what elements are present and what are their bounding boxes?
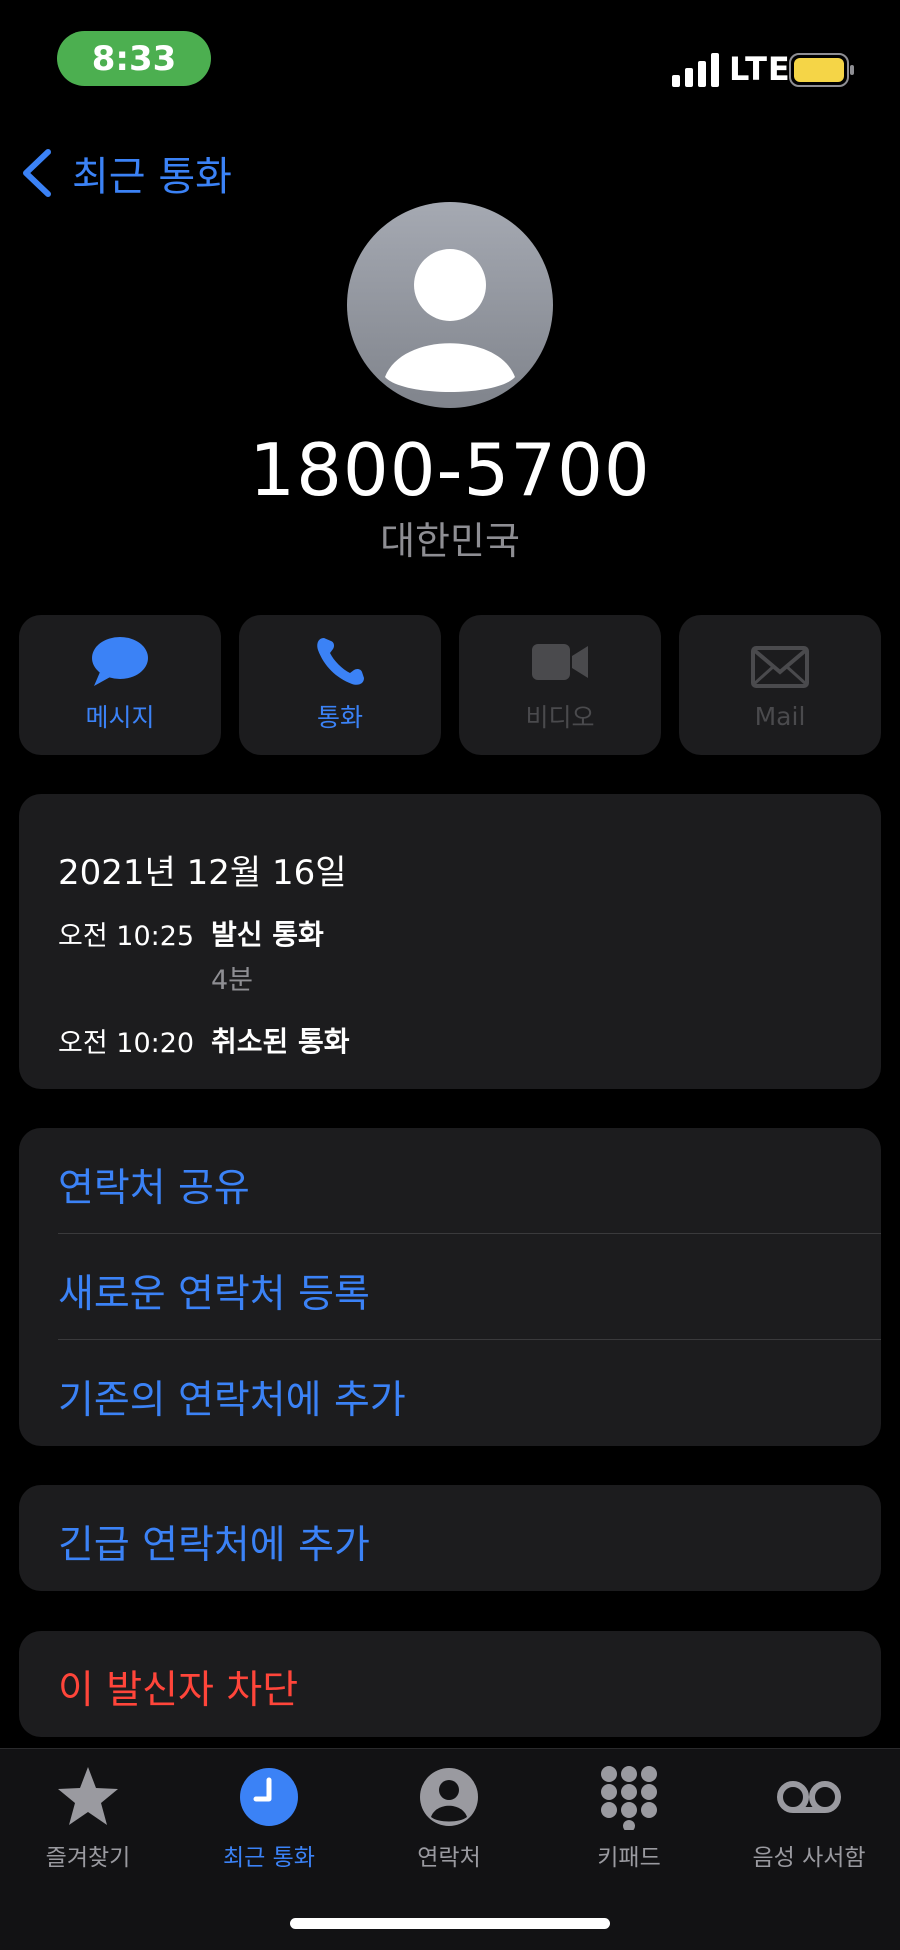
tab-label: 음성 사서함 bbox=[752, 1845, 866, 1871]
call-date: 2021년 12월 16일 bbox=[58, 853, 347, 893]
message-label: 메시지 bbox=[85, 703, 155, 732]
back-label: 최근 통화 bbox=[72, 154, 232, 200]
call-time: 오전 10:20 bbox=[58, 1028, 195, 1059]
person-circle-icon bbox=[420, 1768, 478, 1826]
divider bbox=[58, 1233, 881, 1234]
mail-label: Mail bbox=[754, 701, 806, 731]
message-bubble-icon bbox=[92, 637, 148, 686]
back-button[interactable]: 최근 통화 bbox=[20, 145, 232, 201]
call-type: 발신 통화 bbox=[211, 918, 324, 951]
call-time: 오전 10:25 bbox=[58, 921, 195, 952]
contact-avatar bbox=[347, 202, 553, 408]
call-button[interactable]: 통화 bbox=[239, 615, 441, 755]
clock-icon bbox=[240, 1768, 298, 1826]
block-caller-button[interactable]: 이 발신자 차단 bbox=[58, 1659, 298, 1715]
tab-label: 즐겨찾기 bbox=[45, 1845, 131, 1871]
tab-recents[interactable]: 최근 통화 bbox=[179, 1764, 359, 1872]
star-icon bbox=[58, 1767, 118, 1825]
number-region: 대한민국 bbox=[380, 519, 520, 563]
network-type: LTE bbox=[729, 50, 791, 88]
tab-keypad[interactable]: 키패드 bbox=[539, 1764, 719, 1872]
home-indicator[interactable] bbox=[290, 1918, 610, 1929]
voicemail-icon bbox=[777, 1781, 841, 1813]
message-button[interactable]: 메시지 bbox=[19, 615, 221, 755]
keypad-icon bbox=[601, 1766, 657, 1830]
tab-label: 최근 통화 bbox=[223, 1845, 315, 1871]
person-placeholder-icon bbox=[347, 202, 553, 408]
add-to-existing-contact-button[interactable]: 기존의 연락처에 추가 bbox=[58, 1369, 406, 1425]
tab-label: 연락처 bbox=[417, 1845, 481, 1871]
create-new-contact-button[interactable]: 새로운 연락처 등록 bbox=[58, 1263, 370, 1319]
call-label: 통화 bbox=[316, 703, 363, 732]
add-emergency-contact-button[interactable]: 긴급 연락처에 추가 bbox=[58, 1514, 370, 1570]
share-contact-button[interactable]: 연락처 공유 bbox=[58, 1157, 250, 1213]
tab-label: 키패드 bbox=[597, 1845, 661, 1871]
battery-icon bbox=[789, 53, 854, 87]
tab-voicemail[interactable]: 음성 사서함 bbox=[719, 1764, 899, 1872]
call-type: 취소된 통화 bbox=[211, 1025, 350, 1058]
envelope-icon bbox=[751, 645, 809, 688]
status-time: 8:33 bbox=[57, 31, 211, 86]
cell-signal-icon bbox=[672, 53, 719, 87]
tab-contacts[interactable]: 연락처 bbox=[359, 1764, 539, 1872]
mail-button[interactable]: Mail bbox=[679, 615, 881, 755]
chevron-left-icon bbox=[23, 149, 51, 197]
video-button[interactable]: 비디오 bbox=[459, 615, 661, 755]
call-duration: 4분 bbox=[211, 965, 254, 996]
divider bbox=[58, 1339, 881, 1340]
phone-icon bbox=[317, 638, 364, 685]
tab-favorites[interactable]: 즐겨찾기 bbox=[0, 1764, 178, 1872]
video-camera-icon bbox=[532, 644, 588, 680]
phone-number: 1800-5700 bbox=[249, 428, 651, 512]
video-label: 비디오 bbox=[525, 703, 595, 732]
